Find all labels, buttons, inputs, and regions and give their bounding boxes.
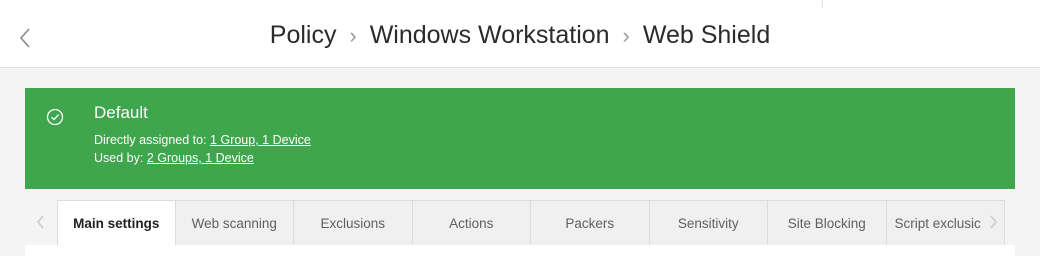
policy-name: Default	[94, 103, 148, 122]
page-title: Web Shield	[642, 20, 771, 49]
tab-sensitivity[interactable]: Sensitivity	[649, 200, 768, 246]
tab-exclusions[interactable]: Exclusions	[294, 200, 413, 246]
breadcrumb-separator: ›	[622, 23, 630, 49]
tab-site-blocking[interactable]: Site Blocking	[768, 200, 887, 246]
directly-assigned-link[interactable]: 1 Group, 1 Device	[210, 133, 311, 147]
used-by-link[interactable]: 2 Groups, 1 Device	[147, 151, 254, 165]
chevron-left-icon	[37, 215, 44, 229]
page-header: Policy › Windows Workstation › Web Shiel…	[0, 8, 1040, 68]
chevron-right-icon	[990, 215, 997, 229]
tabs-scroll-right-button[interactable]	[985, 212, 1001, 232]
tab-main-settings[interactable]: Main settings	[57, 200, 176, 246]
tab-web-scanning[interactable]: Web scanning	[175, 200, 294, 246]
top-strip	[0, 0, 1040, 8]
tab-content-panel	[25, 245, 1015, 256]
tabs-scroll-left-button[interactable]	[33, 212, 49, 232]
divider	[822, 0, 823, 8]
used-by-line: Used by: 2 Groups, 1 Device	[94, 151, 254, 165]
tab-list: Main settings Web scanning Exclusions Ac…	[57, 200, 1005, 246]
breadcrumb-item-windows-workstation[interactable]: Windows Workstation	[370, 21, 610, 50]
tab-actions[interactable]: Actions	[412, 200, 531, 246]
directly-assigned-label: Directly assigned to:	[94, 133, 207, 147]
breadcrumb-separator: ›	[349, 23, 357, 49]
check-circle-icon	[46, 108, 64, 126]
policy-banner: Default Directly assigned to: 1 Group, 1…	[25, 88, 1015, 189]
breadcrumb: Policy › Windows Workstation › Web Shiel…	[0, 20, 1040, 50]
breadcrumb-item-policy[interactable]: Policy	[270, 21, 337, 50]
tab-packers[interactable]: Packers	[531, 200, 650, 246]
used-by-label: Used by:	[94, 151, 144, 165]
directly-assigned-line: Directly assigned to: 1 Group, 1 Device	[94, 133, 311, 147]
